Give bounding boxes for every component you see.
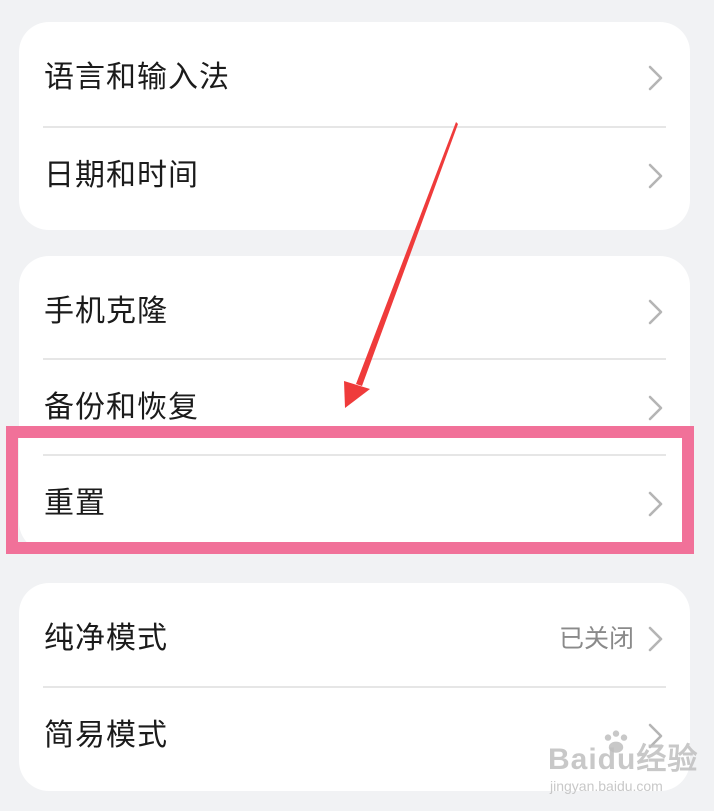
simple-mode-row[interactable]: 简易模式 <box>19 688 690 784</box>
phone-clone-row[interactable]: 手机克隆 <box>19 264 690 360</box>
row-label: 日期和时间 <box>44 158 199 193</box>
backup-restore-row[interactable]: 备份和恢复 <box>19 360 690 456</box>
row-label: 手机克隆 <box>44 294 168 329</box>
chevron-right-icon <box>648 299 663 325</box>
row-label: 语言和输入法 <box>44 60 230 95</box>
chevron-right-icon <box>648 626 663 652</box>
settings-group-language-time: 语言和输入法 日期和时间 <box>19 22 690 230</box>
chevron-right-icon <box>648 395 663 421</box>
settings-group-modes: 纯净模式 已关闭 简易模式 <box>19 583 690 791</box>
reset-row[interactable]: 重置 <box>19 456 690 552</box>
date-time-row[interactable]: 日期和时间 <box>19 128 690 224</box>
chevron-right-icon <box>648 723 663 749</box>
row-label: 纯净模式 <box>44 621 168 656</box>
settings-group-backup-reset: 手机克隆 备份和恢复 重置 <box>19 256 690 552</box>
chevron-right-icon <box>648 65 663 91</box>
pure-mode-status: 已关闭 <box>558 624 634 653</box>
row-label: 简易模式 <box>44 718 168 753</box>
pure-mode-row[interactable]: 纯净模式 已关闭 <box>19 591 690 687</box>
language-input-row[interactable]: 语言和输入法 <box>19 30 690 126</box>
row-label: 重置 <box>44 486 106 521</box>
row-label: 备份和恢复 <box>44 390 199 425</box>
chevron-right-icon <box>648 491 663 517</box>
chevron-right-icon <box>648 163 663 189</box>
